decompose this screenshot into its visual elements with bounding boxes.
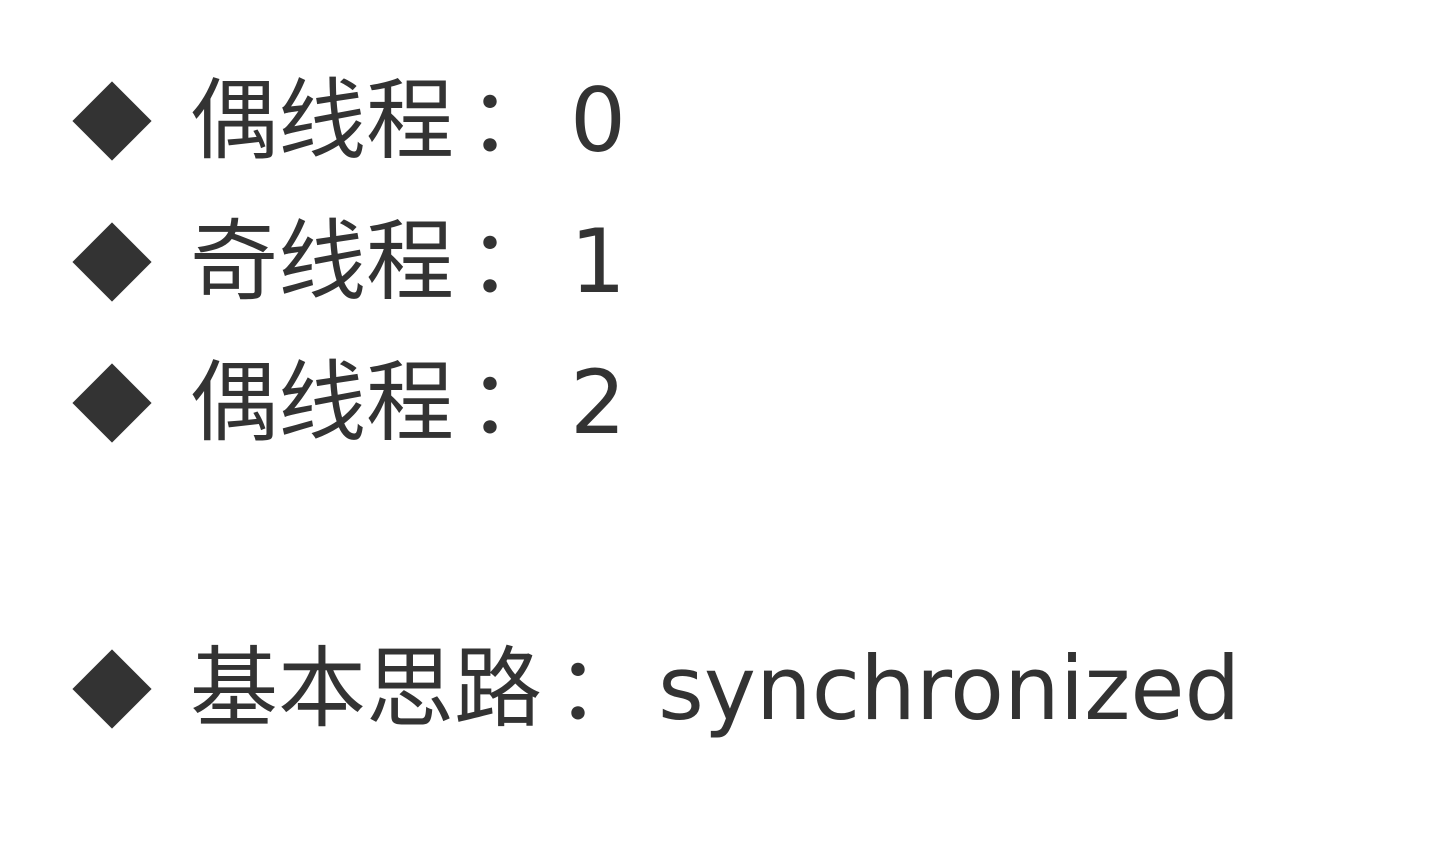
item-value: 2 bbox=[570, 351, 627, 454]
item-separator: ： bbox=[468, 351, 557, 454]
list-item: 奇线程： 1 bbox=[72, 207, 626, 317]
item-label: 偶线程 bbox=[190, 351, 455, 454]
list-item-text: 奇线程： 1 bbox=[190, 207, 626, 317]
item-separator: ： bbox=[468, 210, 557, 313]
diamond-bullet-icon bbox=[72, 222, 152, 302]
item-label: 奇线程 bbox=[190, 210, 455, 313]
item-label: 基本思路 bbox=[190, 637, 543, 740]
item-separator: ： bbox=[556, 637, 645, 740]
list-item-text: 偶线程： 0 bbox=[190, 66, 626, 176]
list-item-text: 基本思路： synchronized bbox=[190, 634, 1240, 744]
diamond-bullet-icon bbox=[72, 363, 152, 443]
list-item: 偶线程： 0 bbox=[72, 66, 626, 176]
list-item: 基本思路： synchronized bbox=[72, 634, 1240, 744]
list-item: 偶线程： 2 bbox=[72, 348, 626, 458]
item-label: 偶线程 bbox=[190, 69, 455, 172]
list-item-text: 偶线程： 2 bbox=[190, 348, 626, 458]
item-value: 0 bbox=[570, 69, 627, 172]
diamond-bullet-icon bbox=[72, 81, 152, 161]
diamond-bullet-icon bbox=[72, 649, 152, 729]
item-separator: ： bbox=[468, 69, 557, 172]
item-value: 1 bbox=[570, 210, 627, 313]
item-value: synchronized bbox=[658, 637, 1241, 740]
